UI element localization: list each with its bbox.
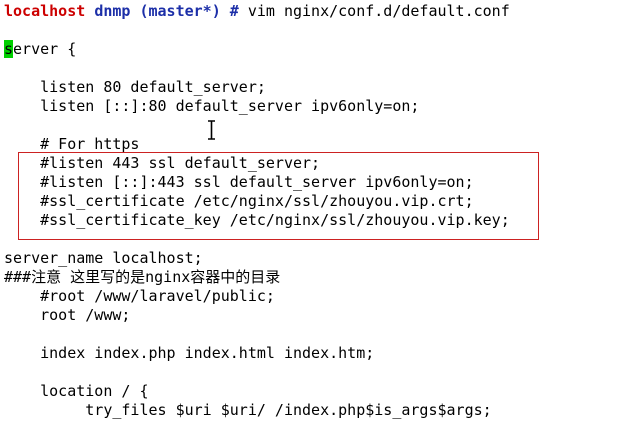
code-line-20[interactable]: try_files $uri $uri/ /index.php$is_args$…	[4, 401, 491, 420]
code-line-15[interactable]: root /www;	[4, 306, 130, 325]
code-line-4[interactable]: listen [::]:80 default_server ipv6only=o…	[4, 97, 419, 116]
code-line-text: erver {	[13, 40, 77, 58]
code-line-9[interactable]: #ssl_certificate /etc/nginx/ssl/zhouyou.…	[4, 192, 474, 211]
code-line-12[interactable]: server_name localhost;	[4, 249, 203, 268]
text-cursor: s	[4, 40, 14, 58]
code-line-10[interactable]: #ssl_certificate_key /etc/nginx/ssl/zhou…	[4, 211, 510, 230]
prompt-dir: dnmp	[94, 2, 131, 20]
code-line-6[interactable]: # For https	[4, 135, 139, 154]
prompt-symbol: #	[229, 2, 239, 20]
terminal-window[interactable]: localhost dnmp (master*) # vim nginx/con…	[0, 0, 641, 428]
code-line-19[interactable]: location / {	[4, 382, 148, 401]
ibeam-cursor-icon	[208, 120, 215, 140]
code-line-7[interactable]: #listen 443 ssl default_server;	[4, 154, 320, 173]
code-line-3[interactable]: listen 80 default_server;	[4, 78, 266, 97]
code-line-17[interactable]: index index.php index.html index.htm;	[4, 344, 374, 363]
code-line-8[interactable]: #listen [::]:443 ssl default_server ipv6…	[4, 173, 474, 192]
shell-prompt-line: localhost dnmp (master*) # vim nginx/con…	[4, 2, 510, 21]
code-line-14[interactable]: #root /www/laravel/public;	[4, 287, 275, 306]
code-line-1[interactable]: server {	[4, 40, 76, 59]
shell-command: vim nginx/conf.d/default.conf	[247, 2, 510, 20]
code-line-13[interactable]: ###注意 这里写的是nginx容器中的目录	[4, 268, 280, 287]
prompt-host: localhost	[4, 2, 86, 20]
prompt-git-branch: (master*)	[139, 2, 221, 20]
